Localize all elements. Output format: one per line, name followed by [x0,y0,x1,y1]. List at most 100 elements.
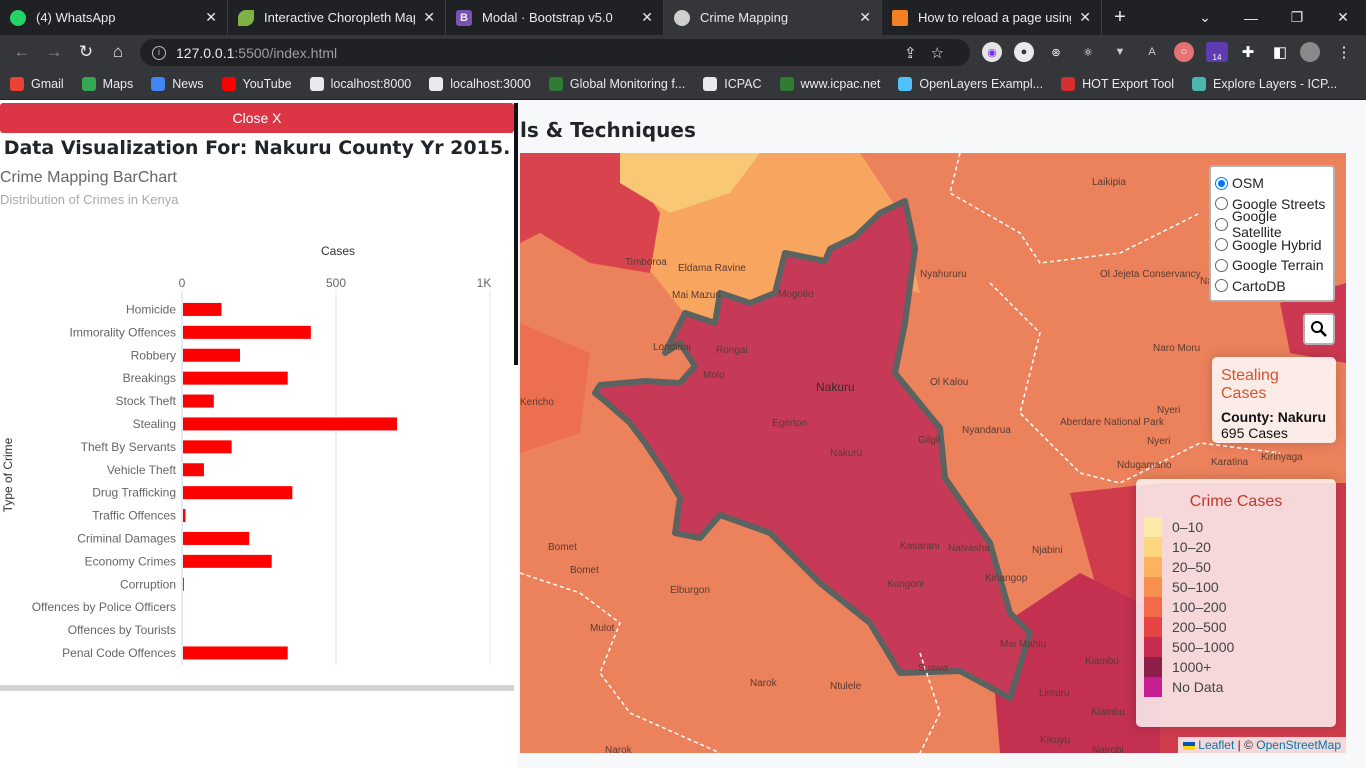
legend-label: 50–100 [1172,579,1219,595]
url-path: :5500/index.html [234,44,338,61]
close-icon[interactable]: ✕ [641,9,653,26]
minimize-icon[interactable]: — [1228,0,1274,35]
map-place-label: Suswa [918,663,948,674]
bookmark-item[interactable]: Gmail [10,77,64,91]
layer-option-label: Google Terrain [1232,257,1324,274]
extension-icon[interactable]: ◉ [982,42,1002,62]
close-panel-button[interactable]: Close X [0,103,514,133]
layer-option[interactable]: Google Terrain [1215,255,1329,276]
bar [183,486,293,500]
restore-icon[interactable]: ❐ [1274,0,1320,35]
legend-row: No Data [1144,677,1328,697]
bookmark-label: YouTube [242,77,292,91]
reload-icon[interactable]: ↻ [70,42,102,62]
home-icon[interactable]: ⌂ [102,42,134,62]
close-icon[interactable]: ✕ [1079,9,1091,26]
bookmark-star-icon[interactable]: ☆ [931,45,958,62]
vue-icon[interactable]: ▼ [1110,42,1130,62]
layer-option[interactable]: CartoDB [1215,276,1329,297]
tab-whatsapp[interactable]: (4) WhatsApp ✕ [0,0,228,35]
panel-scrollbar[interactable] [514,103,518,365]
tab-stackoverflow[interactable]: How to reload a page using J ✕ [882,0,1102,35]
bookmark-item[interactable]: localhost:3000 [429,77,531,91]
new-tab-button[interactable]: + [1102,0,1138,35]
back-icon[interactable]: ← [6,42,38,62]
tab-search-icon[interactable]: ⌄ [1182,0,1228,35]
y-tick-label: Drug Trafficking [92,486,176,500]
layer-option[interactable]: Google Satellite [1215,208,1329,240]
layer-option-label: OSM [1232,175,1264,192]
layer-option[interactable]: Google Hybrid [1215,235,1329,256]
react-icon[interactable]: ⚛ [1078,42,1098,62]
leaflet-link[interactable]: Leaflet [1198,738,1234,752]
bookmark-item[interactable]: OpenLayers Exampl... [898,77,1043,91]
extension-icon[interactable]: ○ [1174,42,1194,62]
window-close-icon[interactable]: ✕ [1320,0,1366,35]
legend-swatch [1144,657,1162,677]
tab-label: (4) WhatsApp [36,10,116,25]
close-icon[interactable]: ✕ [423,9,435,26]
radio-button[interactable] [1215,258,1228,272]
bookmark-item[interactable]: YouTube [221,77,292,91]
menu-icon[interactable]: ⋮ [1334,42,1354,62]
y-tick-label: Breakings [123,371,176,385]
tab-bootstrap[interactable]: B Modal · Bootstrap v5.0 ✕ [446,0,664,35]
radio-button[interactable] [1215,176,1228,190]
omnibox-icons: ⇪☆ [904,44,958,62]
legend-label: 100–200 [1172,599,1227,615]
bookmark-item[interactable]: Global Monitoring f... [548,77,685,91]
site-info-icon[interactable]: i [152,45,166,60]
radio-button[interactable] [1215,279,1228,293]
chart-horizontal-scrollbar[interactable] [0,685,514,691]
bookmark-item[interactable]: Explore Layers - ICP... [1192,77,1337,91]
legend-row: 20–50 [1144,557,1328,577]
forward-icon[interactable]: → [38,42,70,62]
close-icon[interactable]: ✕ [205,9,217,26]
panel-title: Data Visualization For: Nakuru County Yr… [3,137,511,159]
radio-button[interactable] [1215,238,1228,252]
angular-icon[interactable]: A [1142,42,1162,62]
page-headline: ls & Techniques [520,118,696,142]
bar-chart: Cases 0 500 1K Type of Crime Homicide Immorali… [1,244,491,665]
layer-option[interactable]: OSM [1215,173,1329,194]
bookmark-item[interactable]: www.icpac.net [779,77,880,91]
map-place-label: Kirinyaga [1261,452,1303,463]
y-tick-label: Economy Crimes [85,554,176,568]
bookmark-label: ICPAC [724,77,762,91]
sidepanel-icon[interactable]: ◧ [1270,42,1290,62]
avatar[interactable] [1300,42,1320,62]
radio-button[interactable] [1215,197,1228,211]
bar [183,509,186,523]
bookmark-label: localhost:3000 [450,77,531,91]
close-icon[interactable]: ✕ [859,9,871,26]
map-search-button[interactable] [1303,313,1335,345]
osm-link[interactable]: OpenStreetMap [1256,738,1341,752]
share-icon[interactable]: ⇪ [904,45,931,62]
y-tick-label: Vehicle Theft [107,463,177,477]
page-content: ls & Techniques Timboroa Eldama Ravine Mai… [0,100,1366,768]
extension-badge: 14 [1212,52,1222,62]
extension-badge-icon[interactable]: 14 [1206,42,1228,62]
tab-choropleth[interactable]: Interactive Choropleth Map - ✕ [228,0,446,35]
map-container[interactable]: Timboroa Eldama Ravine Mai Mazuri Mogotio La… [520,153,1346,753]
bookmark-item[interactable]: localhost:8000 [309,77,411,91]
tab-crime-mapping[interactable]: Crime Mapping ✕ [664,0,882,35]
bookmark-label: Maps [102,77,134,91]
info-cases: 695 Cases [1221,425,1288,441]
map-place-label: Aberdare National Park [1060,417,1165,428]
bookmark-item[interactable]: ICPAC [703,77,762,91]
search-icon [1311,321,1327,337]
bookmark-item[interactable]: News [151,77,204,91]
bookmark-item[interactable]: HOT Export Tool [1061,77,1174,91]
radio-button[interactable] [1215,217,1228,231]
extension-icon[interactable]: ● [1014,42,1034,62]
y-tick-label: Immorality Offences [70,325,176,339]
bookmark-item[interactable]: Maps [81,77,134,91]
bar [183,531,250,545]
leaf-icon [238,9,254,26]
map-place-label: Mogotio [778,289,814,300]
map-place-label: Mai Mazuri [672,290,721,301]
extension-icon[interactable]: ⊛ [1046,42,1066,62]
address-bar[interactable]: i 127.0.0.1:5500/index.html ⇪☆ [140,39,970,66]
puzzle-icon[interactable]: ✚ [1238,42,1258,62]
